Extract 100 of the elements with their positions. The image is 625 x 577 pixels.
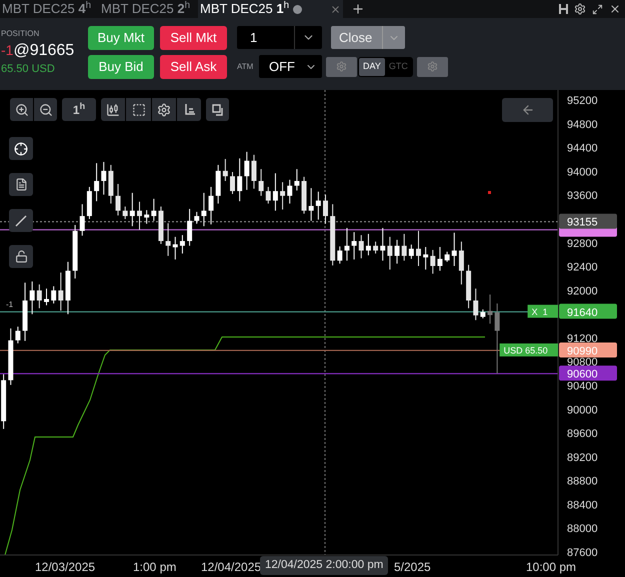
time-label: 5/2025 bbox=[394, 559, 431, 576]
candlestick bbox=[344, 227, 350, 262]
candlestick bbox=[137, 201, 142, 230]
dashed-square-icon bbox=[132, 102, 146, 116]
candlestick bbox=[444, 251, 450, 262]
candlestick bbox=[452, 232, 457, 267]
position-marker: -1 bbox=[6, 300, 14, 309]
settings-button[interactable] bbox=[152, 98, 176, 121]
sell-button[interactable]: Sell Ask bbox=[160, 55, 227, 79]
zoom-out-icon bbox=[38, 102, 52, 116]
position-pnl: 65.50 USD bbox=[1, 62, 56, 77]
last-price-label: 93155 bbox=[559, 214, 617, 229]
h-icon[interactable] bbox=[559, 4, 568, 14]
close-dropdown-button[interactable]: Close bbox=[331, 26, 405, 49]
candlestick bbox=[151, 198, 156, 222]
chart-tab[interactable]: MBT DEC25 2$^{h}$ bbox=[99, 0, 198, 18]
time-label: 12/04/2025 bbox=[201, 559, 262, 576]
atm-dropdown[interactable]: OFF bbox=[259, 55, 322, 78]
new-tab-icon[interactable] bbox=[351, 2, 366, 16]
arrow-left-icon bbox=[520, 103, 534, 117]
price-tick: 89200 bbox=[567, 452, 598, 464]
candlestick bbox=[280, 182, 286, 210]
select-button[interactable] bbox=[126, 98, 151, 121]
candlestick bbox=[380, 227, 386, 262]
candlestick bbox=[287, 179, 292, 204]
candlestick bbox=[230, 172, 235, 195]
alert-marker-icon bbox=[488, 191, 491, 194]
candlestick-icon bbox=[106, 102, 120, 116]
candlestick bbox=[144, 210, 150, 224]
price-tick: 92800 bbox=[567, 238, 598, 250]
gear-icon bbox=[336, 61, 347, 72]
candlestick bbox=[122, 206, 128, 220]
price-tick: 87600 bbox=[567, 547, 598, 560]
chart-tab[interactable]: MBT DEC25 1$^{h}$ bbox=[198, 0, 344, 18]
axis-button[interactable] bbox=[177, 98, 201, 121]
candlestick bbox=[437, 246, 442, 272]
settings-icon[interactable] bbox=[574, 3, 586, 15]
candlestick bbox=[408, 244, 414, 260]
lock-button[interactable] bbox=[9, 245, 33, 268]
position-label: POSITION bbox=[1, 28, 40, 40]
quantity-dropdown[interactable]: 1 bbox=[237, 26, 322, 49]
settings-button[interactable] bbox=[416, 56, 448, 76]
order-price-label: 90600 bbox=[559, 366, 617, 381]
price-tick: 90000 bbox=[567, 404, 598, 416]
buy-button[interactable]: Buy Mkt bbox=[88, 26, 154, 50]
price-tick: 88800 bbox=[567, 476, 598, 488]
settings-icon bbox=[157, 102, 171, 116]
buy-button[interactable]: Buy Bid bbox=[88, 55, 154, 79]
time-label: 1:00 pm bbox=[133, 559, 176, 576]
candlestick bbox=[222, 158, 228, 182]
popout-icon[interactable] bbox=[592, 4, 603, 14]
price-tick: 93600 bbox=[567, 190, 598, 202]
gear-icon bbox=[426, 61, 438, 72]
candlestick bbox=[15, 326, 20, 344]
close-icon[interactable] bbox=[609, 3, 621, 15]
pnl-price-label: 90990 bbox=[559, 342, 617, 358]
candlestick bbox=[36, 284, 42, 309]
atm-label: ATM bbox=[237, 60, 254, 72]
time-in-force-option[interactable]: DAY bbox=[359, 58, 385, 76]
current-candle bbox=[494, 302, 500, 374]
chart-tab[interactable]: MBT DEC25 4$^{h}$ bbox=[0, 0, 100, 18]
position-quantity: -1 bbox=[1, 43, 14, 57]
candlestick bbox=[80, 204, 85, 236]
crosshair-button[interactable] bbox=[9, 137, 33, 160]
notes-button[interactable] bbox=[9, 173, 33, 196]
candlestick bbox=[44, 288, 49, 306]
candlestick bbox=[316, 191, 321, 220]
axis-icon bbox=[182, 103, 196, 116]
price-tick: 91200 bbox=[567, 332, 598, 345]
candlestick bbox=[258, 168, 264, 196]
time-label: 12/03/2025 bbox=[35, 559, 96, 576]
candlestick bbox=[366, 233, 371, 256]
price-tick: 88000 bbox=[567, 523, 598, 536]
window-icon bbox=[212, 104, 224, 116]
window-button[interactable] bbox=[206, 98, 229, 121]
candlestick bbox=[323, 194, 328, 224]
candlestick bbox=[251, 154, 256, 190]
crosshair-time-label: 12/04/2025 2:00:00 pm bbox=[260, 556, 388, 575]
crosshair-icon bbox=[14, 142, 28, 156]
position-price: @91665 bbox=[13, 43, 74, 59]
candlestick bbox=[51, 286, 56, 304]
candlestick bbox=[473, 288, 478, 321]
atm-settings-button[interactable] bbox=[326, 56, 357, 76]
draw-line-button[interactable] bbox=[9, 209, 33, 232]
timeframe-button[interactable]: 1$^{h}$ bbox=[62, 98, 96, 121]
sell-button[interactable]: Sell Mkt bbox=[160, 26, 227, 50]
candlestick bbox=[387, 236, 392, 270]
zoom-out-button[interactable] bbox=[34, 98, 57, 121]
candlestick bbox=[358, 234, 364, 259]
candlestick bbox=[101, 161, 106, 196]
close-tab-icon[interactable] bbox=[330, 4, 342, 14]
candlestick bbox=[294, 168, 300, 191]
candlestick bbox=[166, 222, 171, 256]
zoom-in-button[interactable] bbox=[10, 98, 33, 121]
unlock-icon bbox=[14, 250, 28, 263]
candlestick bbox=[352, 232, 357, 260]
position-price-label: 91640 bbox=[559, 304, 617, 319]
chart-type-button[interactable] bbox=[101, 98, 125, 121]
candlestick bbox=[116, 183, 121, 216]
price-tick: 88400 bbox=[567, 499, 598, 512]
